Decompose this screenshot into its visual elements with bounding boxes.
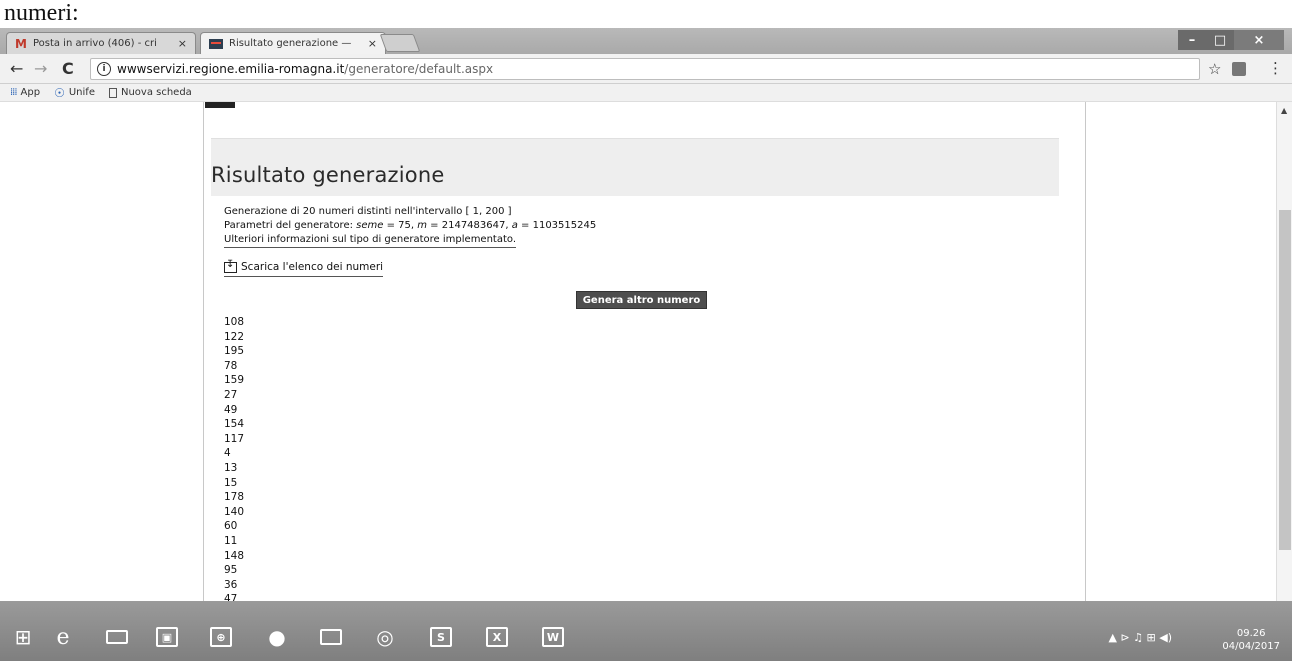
title-box: Risultato generazione [211,138,1059,196]
url-domain: wwwservizi.regione.emilia-romagna.it [117,62,345,76]
a-value: = 1103515245 [517,220,597,231]
unife-icon: ☉ [54,85,65,100]
tab-risultato[interactable]: Risultato generazione — × [200,32,386,54]
header-stub [205,102,235,108]
number-item: 95 [224,564,238,577]
close-window-button[interactable]: × [1234,30,1284,50]
apps-grid-icon: ⁞⁞⁞ [10,87,17,98]
browser-toolbar: ← → C i wwwservizi.regione.emilia-romagn… [0,54,1292,84]
bookmark-label: Unife [68,87,95,98]
taskbar: ⊞ e ▣ ⊕ ● ◎ S X W ▲ ⊳ ♫ ⊞ ◀) 09.26 04/04… [0,601,1292,661]
number-item: 13 [224,461,238,474]
number-item: 78 [224,359,238,372]
tab-label: Risultato generazione — [229,38,352,49]
numbers-list: 108 122 195 78 159 27 49 154 117 4 13 15 178 140 60 11 1… [224,315,244,607]
number-item: 195 [224,345,245,358]
clock-time: 09.26 [1236,628,1266,639]
browser-window: M Posta in arrivo (406) - cri × Risultat… [0,28,1292,661]
extension-icon[interactable] [1232,62,1246,76]
m-label: m [417,220,427,231]
remote-desktop-icon[interactable]: ⊕ [204,621,238,653]
close-tab-icon[interactable]: × [178,37,187,50]
number-item: 108 [224,316,245,328]
page-title: Risultato generazione [211,163,445,187]
system-tray[interactable]: ▲ ⊳ ♫ ⊞ ◀) [1109,631,1173,644]
bookmark-label: App [20,87,41,98]
number-item: 117 [224,432,245,445]
seed-label: seme [356,220,384,231]
start-button[interactable]: ⊞ [6,621,40,653]
number-item: 140 [224,505,245,518]
scroll-thumb[interactable] [1279,210,1291,550]
minimize-button[interactable]: – [1178,30,1206,50]
file-explorer-icon[interactable] [100,621,134,653]
address-bar[interactable]: i wwwservizi.regione.emilia-romagna.it/g… [90,58,1200,80]
number-item: 15 [224,476,238,489]
close-tab-icon[interactable]: × [368,37,377,50]
new-tab-button[interactable] [379,34,421,52]
chrome-icon[interactable]: ◎ [368,621,402,653]
tab-label: Posta in arrivo (406) - cri [32,38,157,49]
download-list-link[interactable]: Scarica l'elenco dei numeri [224,259,384,277]
m-value: = 2147483647, [427,220,512,231]
generate-another-button[interactable]: Genera altro numero [576,291,707,309]
generator-parameters: Parametri del generatore: seme = 75, m =… [224,220,596,231]
reload-button[interactable]: C [62,59,74,78]
number-item: 60 [224,520,238,533]
forward-button[interactable]: → [34,59,47,78]
ie-icon[interactable]: e [46,621,80,653]
number-item: 148 [224,549,245,562]
tab-gmail[interactable]: M Posta in arrivo (406) - cri × [6,32,196,54]
clock-date: 04/04/2017 [1222,641,1280,652]
scroll-up-icon[interactable]: ▲ [1281,106,1287,115]
skype-icon[interactable]: S [424,621,458,653]
number-item: 27 [224,388,238,401]
menu-icon[interactable]: ⋮ [1268,59,1283,77]
media-icon[interactable]: ● [260,621,294,653]
number-item: 159 [224,374,245,387]
word-icon[interactable]: W [536,621,570,653]
number-item: 4 [224,447,231,460]
seed-value: = 75, [383,220,418,231]
excel-icon[interactable]: X [480,621,514,653]
info-icon[interactable]: i [97,62,111,76]
bookmark-label: Nuova scheda [120,87,192,98]
download-label: Scarica l'elenco dei numeri [241,261,384,273]
generation-summary: Generazione di 20 numeri distinti nell'i… [224,206,512,217]
maximize-button[interactable]: □ [1206,30,1234,50]
doc-caption: numeri: [4,0,79,26]
more-info-link[interactable]: Ulteriori informazioni sul tipo di gener… [224,234,517,248]
store-icon[interactable]: ▣ [150,621,184,653]
gmail-icon: M [15,36,27,51]
vertical-scrollbar[interactable]: ▲ ▼ [1276,102,1292,629]
bookmarks-bar: ⁞⁞⁞ App ☉ Unife Nuova scheda [0,84,1292,102]
site-favicon-icon [209,38,223,49]
bookmark-unife[interactable]: ☉ Unife [54,86,95,100]
download-icon [224,259,237,273]
number-item: 36 [224,578,238,591]
number-item: 122 [224,330,245,343]
number-item: 49 [224,403,238,416]
number-item: 154 [224,418,245,431]
params-prefix: Parametri del generatore: [224,220,357,231]
bookmark-star-icon[interactable]: ☆ [1208,60,1221,78]
clock[interactable]: 09.26 04/04/2017 [1222,627,1280,653]
url-path: /generatore/default.aspx [344,62,494,76]
number-item: 178 [224,491,245,504]
bookmark-apps[interactable]: ⁞⁞⁞ App [10,87,40,98]
back-button[interactable]: ← [10,59,23,78]
bookmark-nuova-scheda[interactable]: Nuova scheda [108,87,192,98]
page-viewport: Risultato generazione Generazione di 20 … [0,102,1292,629]
window-app-icon[interactable] [314,621,348,653]
page-icon [108,87,117,98]
title-bar: M Posta in arrivo (406) - cri × Risultat… [0,28,1292,54]
number-item: 11 [224,534,238,547]
